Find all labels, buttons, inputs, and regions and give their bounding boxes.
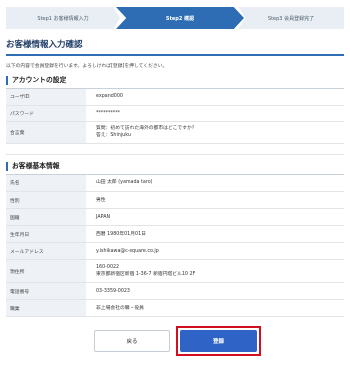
- row-value-email: y.ishikawa@c-square.co.jp: [86, 242, 344, 260]
- step-3: Step3 会員登録完了: [238, 7, 344, 29]
- table-row: 現住所 160-0022 東京都新宿区新宿 1-36-7 新宿円塔ビル10 2F: [6, 259, 344, 283]
- row-label-passphrase: 合言葉: [6, 121, 86, 144]
- password-value: **********: [96, 110, 120, 116]
- account-section-title: アカウントの設定: [6, 76, 344, 85]
- progress-steps: Step1 お客様情報入力 Step3 会員登録完了 Step2 確認: [6, 7, 344, 29]
- table-row: 国籍 JAPAN: [6, 208, 344, 226]
- table-row: 合言葉 質問：初めて訪れた海外の都市はどこですか？ 答え：Shinjuku: [6, 121, 344, 144]
- page-title: お客様情報入力確認: [6, 38, 344, 56]
- step-3-label: Step3 会員登録完了: [267, 15, 315, 22]
- nationality-value: JAPAN: [96, 214, 111, 220]
- gender-value: 男性: [96, 197, 106, 203]
- row-label-birthdate: 生年月日: [6, 225, 86, 243]
- table-row: 職業 非上場会社の職・役員: [6, 299, 344, 317]
- row-value-birthdate: 西暦 1980年01月01日: [86, 225, 344, 243]
- row-label-gender: 性別: [6, 191, 86, 209]
- section-divider: [6, 153, 344, 155]
- action-buttons: 戻る 登録: [0, 323, 350, 363]
- step-2-label: Step2 確認: [165, 15, 195, 22]
- intro-text: 以下の内容で会員登録を行います。よろしければ[登録]を押してください。: [6, 64, 168, 69]
- row-label-nationality: 国籍: [6, 208, 86, 226]
- row-label-email: メールアドレス: [6, 242, 86, 260]
- table-row: メールアドレス y.ishikawa@c-square.co.jp: [6, 242, 344, 260]
- postal-code-value: 160-0022: [96, 265, 120, 270]
- back-button[interactable]: 戻る: [94, 330, 170, 352]
- row-label-occupation: 職業: [6, 299, 86, 317]
- register-button[interactable]: 登録: [180, 330, 257, 352]
- step-2-current: Step2 確認: [116, 7, 244, 29]
- table-row: 性別 男性: [6, 191, 344, 209]
- account-table: ユーザID expand000 パスワード ********** 合言葉 質問：…: [6, 89, 344, 144]
- table-row: 生年月日 西暦 1980年01月01日: [6, 225, 344, 243]
- passphrase-question: 質問：初めて訪れた海外の都市はどこですか？: [96, 126, 197, 131]
- email-value: y.ishikawa@c-square.co.jp: [96, 248, 159, 254]
- phone-value: 03-3359-0023: [96, 288, 130, 294]
- row-value-password: **********: [86, 105, 344, 122]
- table-row: ユーザID expand000: [6, 89, 344, 106]
- step-1: Step1 お客様情報入力: [6, 7, 120, 29]
- row-label-address: 現住所: [6, 259, 86, 283]
- row-value-gender: 男性: [86, 191, 344, 209]
- row-value-address: 160-0022 東京都新宿区新宿 1-36-7 新宿円塔ビル10 2F: [86, 259, 344, 283]
- row-value-nationality: JAPAN: [86, 208, 344, 226]
- row-value-name: 山田 太郎 (yamada taro): [86, 174, 344, 192]
- address-value: 東京都新宿区新宿 1-36-7 新宿円塔ビル10 2F: [96, 272, 196, 277]
- passphrase-answer: 答え：Shinjuku: [96, 133, 131, 138]
- row-value-occupation: 非上場会社の職・役員: [86, 299, 344, 317]
- row-label-password: パスワード: [6, 105, 86, 122]
- customer-table: 氏名 山田 太郎 (yamada taro) 性別 男性 国籍 JAPAN 生年…: [6, 174, 344, 317]
- customer-section-title: お客様基本情報: [6, 161, 344, 171]
- row-label-name: 氏名: [6, 174, 86, 192]
- occupation-value: 非上場会社の職・役員: [96, 305, 144, 311]
- step-1-label: Step1 お客様情報入力: [37, 15, 89, 22]
- row-label-user-id: ユーザID: [6, 89, 86, 106]
- table-row: パスワード **********: [6, 105, 344, 122]
- user-id-value: expand000: [96, 94, 123, 100]
- table-row: 電話番号 03-3359-0023: [6, 282, 344, 300]
- birthdate-value: 西暦 1980年01月01日: [96, 231, 146, 237]
- row-value-passphrase: 質問：初めて訪れた海外の都市はどこですか？ 答え：Shinjuku: [86, 121, 344, 144]
- table-row: 氏名 山田 太郎 (yamada taro): [6, 174, 344, 192]
- row-value-phone: 03-3359-0023: [86, 282, 344, 300]
- row-label-phone: 電話番号: [6, 282, 86, 300]
- name-value: 山田 太郎 (yamada taro): [96, 180, 153, 186]
- row-value-user-id: expand000: [86, 89, 344, 106]
